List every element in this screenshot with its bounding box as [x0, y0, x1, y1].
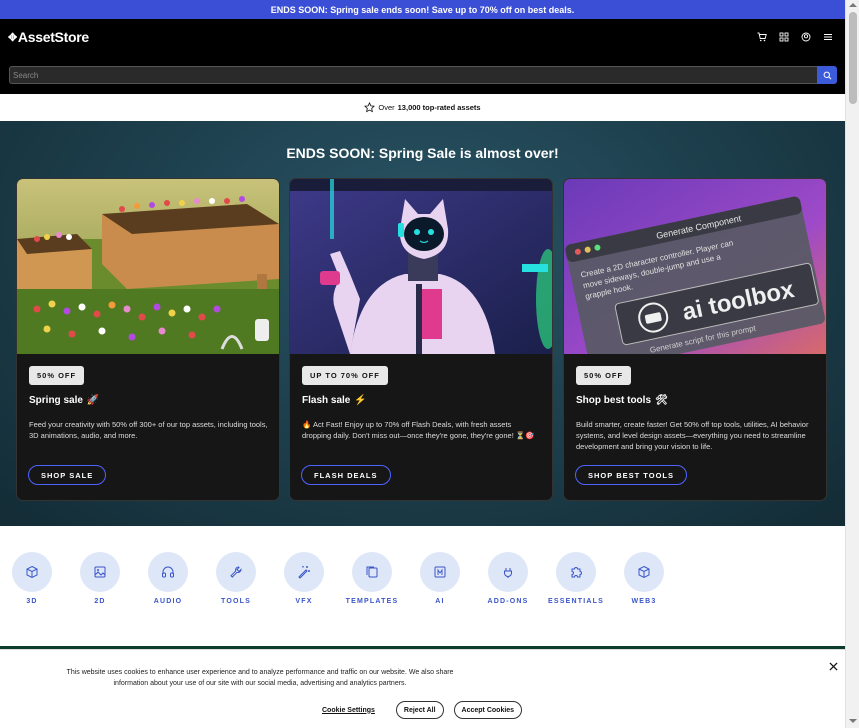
category-icon-circle — [556, 552, 596, 592]
promo-text: ENDS SOON: Spring sale ends soon! Save u… — [270, 4, 575, 15]
scroll-down-arrow-icon[interactable] — [849, 719, 857, 723]
spring-sale-section: ENDS SOON: Spring Sale is almost over! 5… — [0, 121, 845, 526]
card-title: Shop best tools 🛠 — [576, 395, 668, 406]
best-tools-card[interactable]: Generate Component Create a 2D character… — [563, 178, 827, 501]
discount-badge: 50% OFF — [29, 366, 85, 385]
spring-sale-card[interactable]: 50% OFF Spring sale 🚀 Feed your creativi… — [16, 178, 280, 501]
best-tools-image: Generate Component Create a 2D character… — [564, 179, 826, 354]
star-icon — [364, 102, 376, 113]
scroll-thumb[interactable] — [849, 12, 857, 104]
rated-count: 13,000 top-rated assets — [397, 103, 481, 112]
cookie-message-line-1: This website uses cookies to enhance use… — [66, 669, 454, 676]
category-label: TOOLS — [221, 598, 251, 605]
puzzle-icon — [571, 567, 582, 578]
category-audio[interactable]: AUDIO — [138, 552, 198, 605]
card-description: 🔥 Act Fast! Enjoy up to 70% off Flash De… — [302, 420, 535, 440]
close-icon[interactable] — [827, 660, 839, 672]
headphones-icon — [162, 566, 174, 578]
card-title-text: Spring sale — [29, 395, 83, 406]
search-button[interactable] — [817, 66, 837, 84]
category-label: 2D — [94, 598, 106, 605]
cart-icon[interactable] — [757, 31, 767, 43]
templates-icon — [366, 566, 378, 578]
shop-best-tools-button[interactable]: SHOP BEST TOOLS — [575, 465, 687, 485]
category-icon-circle — [624, 552, 664, 592]
accept-cookies-button[interactable]: Accept Cookies — [453, 701, 523, 719]
category-icon-circle — [284, 552, 324, 592]
header-actions — [757, 31, 833, 43]
sale-heading: ENDS SOON: Spring Sale is almost over! — [286, 145, 559, 161]
flash-sale-card[interactable]: UP TO 70% OFF Flash sale ⚡ 🔥 Act Fast! E… — [289, 178, 553, 501]
cookie-message-line-2: information about your use of our site w… — [113, 680, 407, 687]
discount-badge: 50% OFF — [576, 366, 632, 385]
category-label: ESSENTIALS — [548, 598, 604, 605]
shop-sale-button[interactable]: SHOP SALE — [28, 465, 107, 485]
card-title: Flash sale ⚡ — [302, 395, 367, 406]
category-ai[interactable]: AI — [410, 552, 470, 605]
card-title-text: Flash sale — [302, 395, 351, 406]
search-input[interactable] — [9, 66, 817, 84]
card-description: Build smarter, create faster! Get 50% of… — [576, 420, 809, 451]
menu-icon[interactable] — [823, 31, 833, 43]
category-icon-circle — [488, 552, 528, 592]
cookie-actions: Cookie Settings Reject All Accept Cookie… — [320, 701, 523, 719]
cookie-message: This website uses cookies to enhance use… — [20, 667, 500, 689]
rocket-icon: 🚀 — [86, 395, 100, 406]
search-bar — [9, 66, 837, 84]
spring-sale-image — [17, 179, 279, 354]
category-add-ons[interactable]: ADD-ONS — [478, 552, 538, 605]
card-title: Spring sale 🚀 — [29, 395, 99, 406]
category-label: 3D — [26, 598, 38, 605]
category-icon-circle — [420, 552, 460, 592]
flash-sale-image — [290, 179, 552, 354]
category-3d[interactable]: 3D — [2, 552, 62, 605]
category-label: WEB3 — [631, 598, 657, 605]
cube-icon — [26, 565, 38, 579]
category-essentials[interactable]: ESSENTIALS — [546, 552, 606, 605]
top-rated-strip: Over 13,000 top-rated assets — [0, 94, 845, 121]
magic-wand-icon — [298, 566, 310, 579]
category-web3[interactable]: WEB3 — [614, 552, 674, 605]
flash-deals-button[interactable]: FLASH DEALS — [301, 465, 391, 485]
web3-cube-icon — [638, 565, 650, 579]
discount-badge: UP TO 70% OFF — [302, 366, 388, 385]
image-icon — [94, 566, 106, 578]
plug-icon — [504, 568, 512, 578]
apps-grid-icon[interactable] — [779, 31, 789, 43]
category-label: AI — [435, 598, 445, 605]
category-vfx[interactable]: VFX — [274, 552, 334, 605]
site-header: ✥ AssetStore — [0, 19, 845, 94]
logo-mark-icon: ✥ — [8, 31, 17, 44]
search-icon — [823, 71, 831, 79]
category-nav: 3D 2D AUDIO TOOLS VFX TEMPLATES AI ADD-O… — [0, 526, 845, 646]
scroll-up-arrow-icon[interactable] — [849, 3, 857, 7]
category-label: AUDIO — [153, 598, 183, 605]
category-label: VFX — [295, 598, 313, 605]
category-tools[interactable]: TOOLS — [206, 552, 266, 605]
assetstore-logo[interactable]: ✥ AssetStore — [8, 29, 89, 45]
ai-chip-icon — [434, 566, 446, 578]
card-description: Feed your creativity with 50% off 300+ o… — [29, 420, 268, 440]
category-label: TEMPLATES — [345, 598, 399, 605]
lightning-icon: ⚡ — [354, 395, 367, 406]
category-templates[interactable]: TEMPLATES — [342, 552, 402, 605]
cookie-settings-link[interactable]: Cookie Settings — [320, 707, 386, 714]
category-label: ADD-ONS — [487, 598, 529, 605]
card-title-text: Shop best tools — [576, 395, 651, 406]
category-icon-circle — [12, 552, 52, 592]
account-icon[interactable] — [801, 31, 811, 43]
category-2d[interactable]: 2D — [70, 552, 130, 605]
category-icon-circle — [352, 552, 392, 592]
page-scrollbar[interactable] — [845, 0, 859, 728]
reject-all-button[interactable]: Reject All — [395, 701, 444, 719]
category-icon-circle — [216, 552, 256, 592]
cookie-banner: This website uses cookies to enhance use… — [0, 649, 845, 728]
category-icon-circle — [148, 552, 188, 592]
logo-text: AssetStore — [17, 29, 89, 45]
rated-prefix: Over — [378, 103, 395, 112]
wrench-icon — [230, 566, 242, 578]
promo-banner[interactable]: ENDS SOON: Spring sale ends soon! Save u… — [0, 0, 845, 19]
category-icon-circle — [80, 552, 120, 592]
tools-icon: 🛠 — [655, 395, 668, 406]
